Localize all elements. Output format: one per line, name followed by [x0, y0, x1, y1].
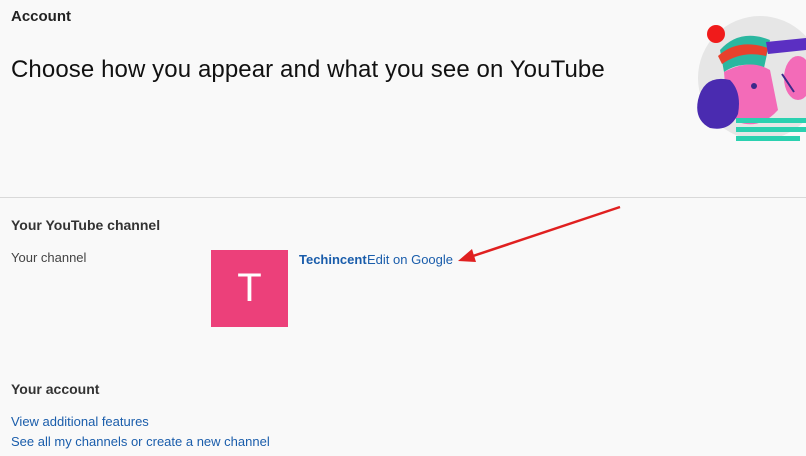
- account-section-heading: Your account: [11, 381, 100, 397]
- view-additional-features-link[interactable]: View additional features: [11, 414, 149, 429]
- avatar-letter: T: [237, 266, 262, 310]
- see-all-channels-link[interactable]: See all my channels or create a new chan…: [11, 434, 270, 449]
- account-settings-page: Account Choose how you appear and what y…: [0, 0, 806, 456]
- page-section-label: Account: [11, 8, 71, 25]
- page-headline: Choose how you appear and what you see o…: [11, 56, 605, 83]
- channel-section-heading: Your YouTube channel: [11, 217, 161, 233]
- section-divider: [0, 197, 806, 198]
- channel-avatar: T: [211, 250, 288, 327]
- edit-on-google-link[interactable]: Edit on Google: [367, 252, 453, 267]
- channel-row-label: Your channel: [11, 250, 87, 265]
- account-illustration: [697, 16, 806, 141]
- channel-name[interactable]: Techincent: [299, 252, 367, 267]
- annotation-arrow: [458, 205, 621, 262]
